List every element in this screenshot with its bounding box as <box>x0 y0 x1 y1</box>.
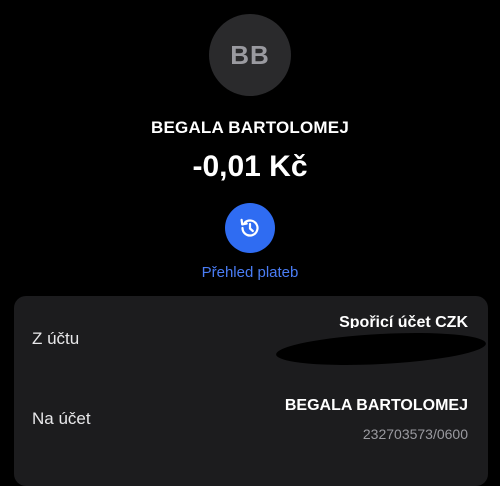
avatar: BB <box>209 14 291 96</box>
payment-history-link[interactable]: Přehled plateb <box>0 264 500 281</box>
history-icon <box>240 218 259 237</box>
from-account-value: Spořicí účet CZK <box>339 314 468 328</box>
transaction-amount: -0,01 Kč <box>192 150 308 183</box>
transaction-details-card: Z účtu Spořicí účet CZK Na účet BEGALA B… <box>14 296 488 486</box>
to-account-number: 232703573/0600 <box>362 426 468 442</box>
redaction-mark <box>275 328 487 370</box>
avatar-initials: BB <box>230 39 270 70</box>
to-account-label: Na účet <box>32 409 91 428</box>
to-account-name: BEGALA BARTOLOMEJ <box>284 397 468 414</box>
recipient-name: BEGALA BARTOLOMEJ <box>151 118 349 137</box>
from-account-label: Z účtu <box>32 329 80 348</box>
payment-history-button[interactable] <box>225 203 275 253</box>
